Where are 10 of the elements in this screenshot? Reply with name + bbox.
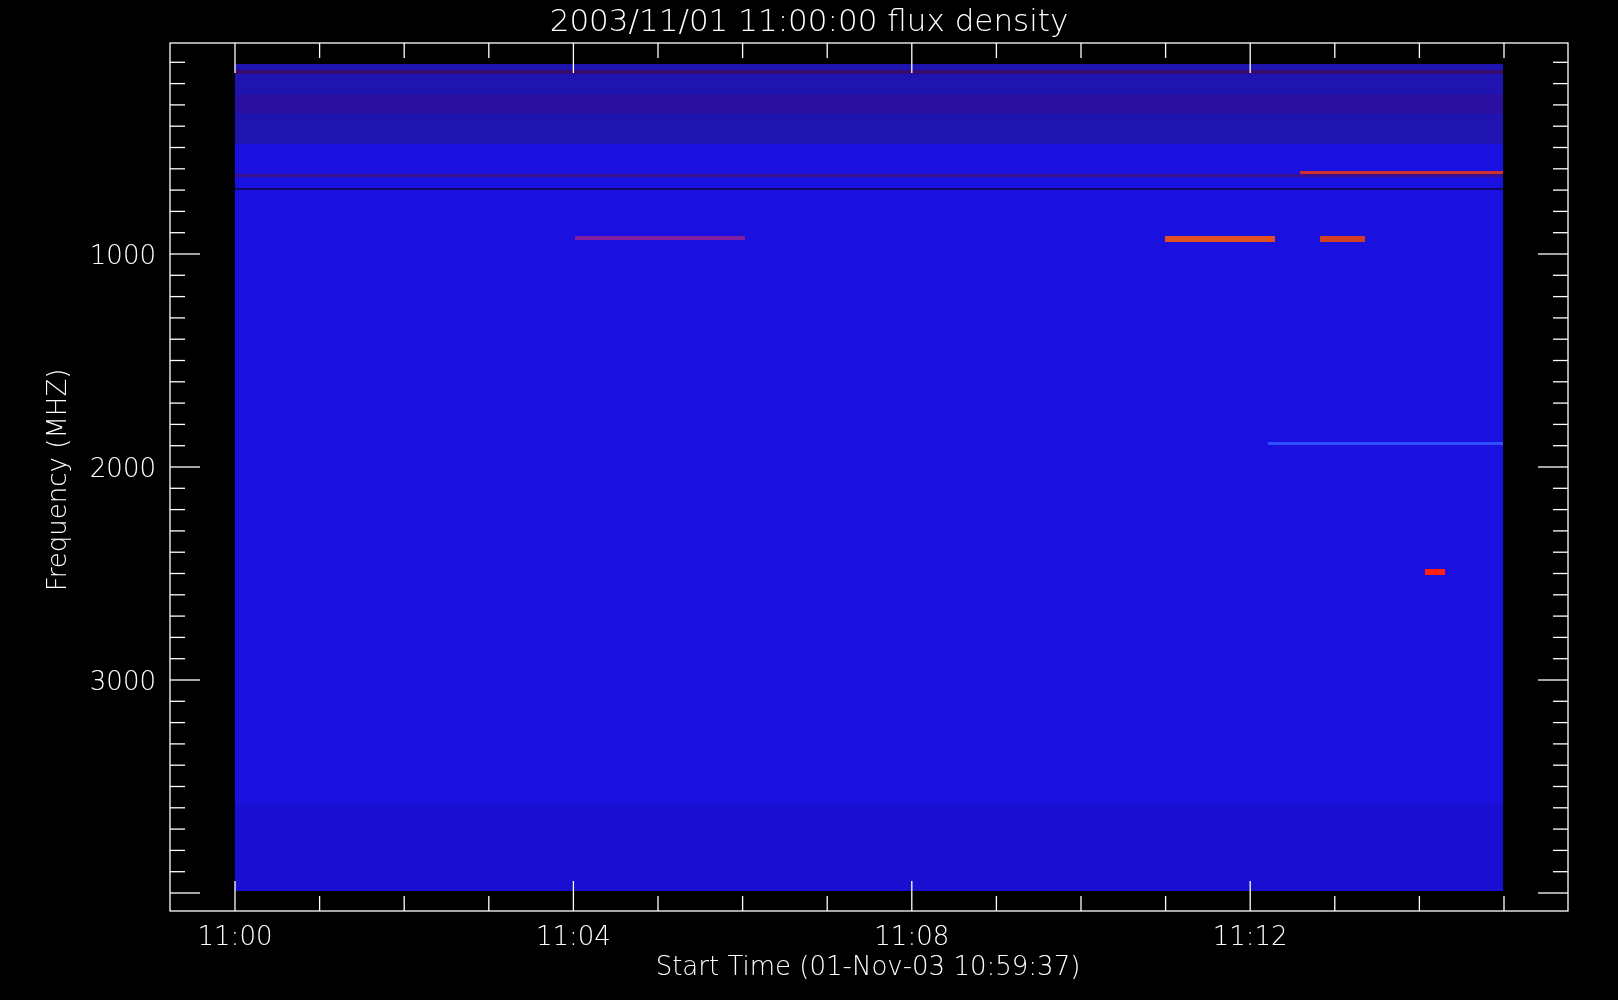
y-axis-label: Frequency (MHZ)	[42, 368, 72, 592]
y-tick-label: 1000	[89, 240, 156, 270]
x-tick-label: 11:00	[197, 921, 273, 951]
x-tick-label: 11:04	[535, 921, 611, 951]
y-tick-label: 2000	[89, 453, 156, 483]
x-tick-label: 11:08	[874, 921, 950, 951]
chart-title: 2003/11/01 11:00:00 flux density	[549, 2, 1069, 38]
x-axis-label: Start Time (01-Nov-03 10:59:37)	[655, 951, 1081, 981]
y-tick-label: 3000	[89, 666, 156, 696]
x-tick-label: 11:12	[1212, 921, 1288, 951]
